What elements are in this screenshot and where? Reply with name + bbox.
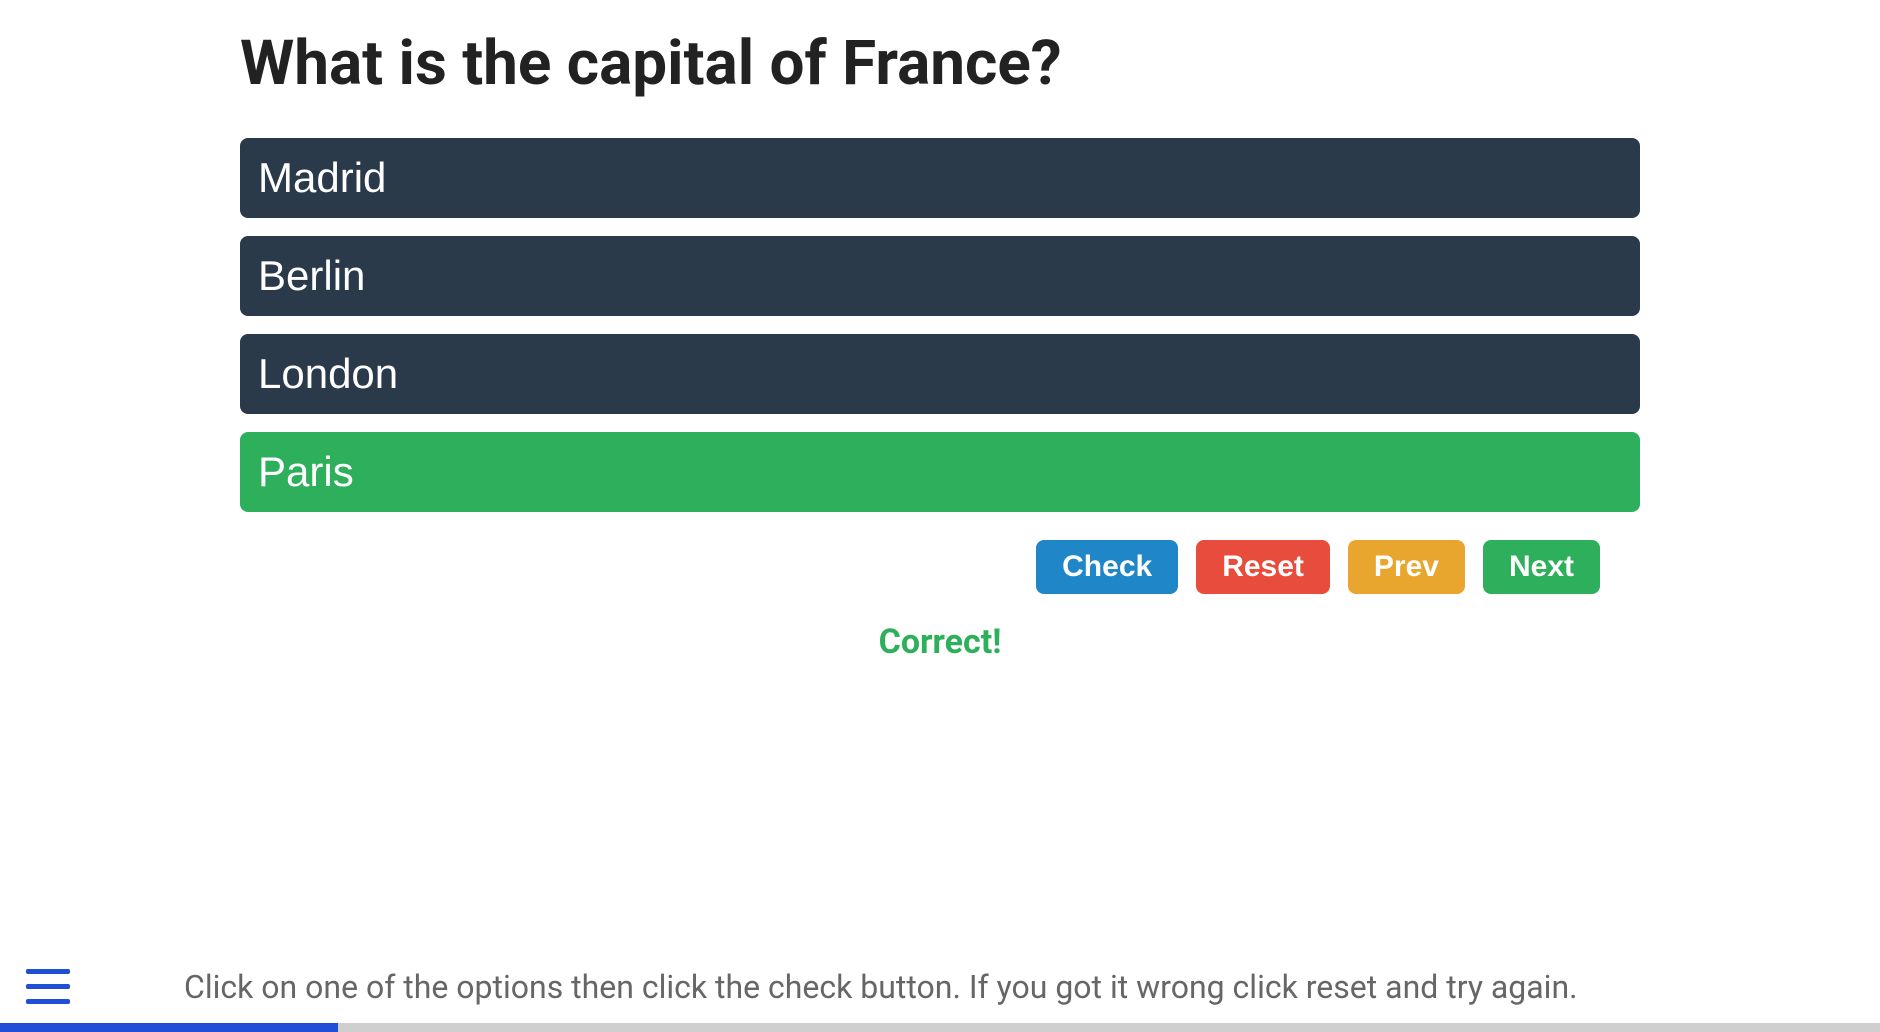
answer-option-2[interactable]: London (240, 334, 1640, 414)
instructions-text: Click on one of the options then click t… (184, 968, 1578, 1006)
prev-button[interactable]: Prev (1348, 540, 1465, 594)
next-button[interactable]: Next (1483, 540, 1600, 594)
answer-option-1[interactable]: Berlin (240, 236, 1640, 316)
check-button[interactable]: Check (1036, 540, 1178, 594)
answer-option-label: London (258, 350, 398, 397)
reset-button[interactable]: Reset (1196, 540, 1330, 594)
answer-option-label: Berlin (258, 252, 365, 299)
question-title: What is the capital of France? (240, 30, 1640, 98)
controls-row: Check Reset Prev Next (240, 540, 1640, 594)
feedback-text: Correct! (240, 622, 1640, 662)
progress-bar (0, 1023, 1880, 1032)
answer-option-0[interactable]: Madrid (240, 138, 1640, 218)
footer: Click on one of the options then click t… (0, 965, 1880, 1032)
menu-icon[interactable] (22, 965, 74, 1008)
quiz-container: What is the capital of France? Madrid Be… (0, 0, 1880, 662)
progress-fill (0, 1023, 338, 1032)
answer-option-label: Paris (258, 448, 354, 495)
answer-option-3[interactable]: Paris (240, 432, 1640, 512)
answer-option-label: Madrid (258, 154, 386, 201)
